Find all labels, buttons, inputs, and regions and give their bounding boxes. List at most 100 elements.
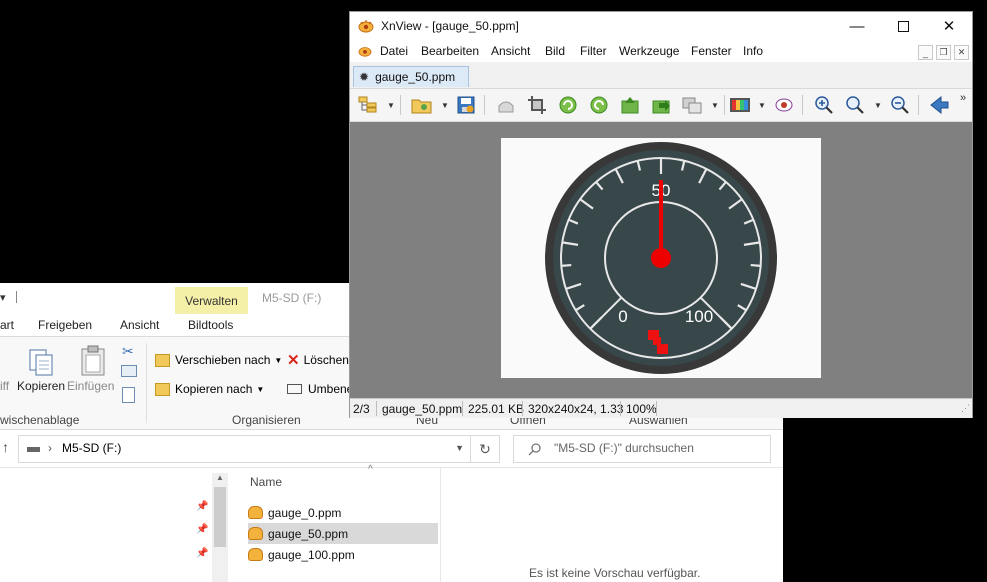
address-dropdown-icon[interactable]: ▼ (455, 443, 464, 453)
loeschen-button[interactable]: ✕ Löschen (287, 351, 349, 369)
menu-fenster[interactable]: Fenster (691, 44, 732, 58)
arrow-left-icon (930, 96, 949, 114)
upload-button[interactable] (618, 94, 642, 116)
chevron-down-icon: ▼ (256, 384, 265, 394)
column-header-name[interactable]: Name (250, 475, 282, 489)
close-button[interactable]: ✕ (926, 12, 972, 40)
nav-pane-scrollbar[interactable]: ▲ (212, 473, 228, 582)
menu-datei[interactable]: Datei (380, 44, 408, 58)
zoom-100-button[interactable] (843, 94, 867, 116)
status-index: 2/3 (353, 402, 370, 416)
search-input[interactable]: "M5-SD (F:)" durchsuchen (513, 435, 771, 463)
previous-image-button[interactable] (927, 94, 951, 116)
explorer-body: ▲ 📌 📌 📌 ^ Name gauge_0.ppm gauge_50.ppm … (0, 464, 783, 582)
toolbar-overflow-icon[interactable]: » (960, 92, 966, 104)
pin-icon: 📌 (196, 501, 209, 512)
color-adjust-button[interactable] (728, 94, 752, 116)
cut-icon[interactable]: ✂ (122, 343, 134, 360)
zoom-out-button[interactable] (888, 94, 912, 116)
copy-path-icon[interactable] (121, 365, 137, 377)
einfuegen-button[interactable]: Einfügen (67, 343, 119, 398)
kopieren-button[interactable]: Kopieren (17, 343, 65, 398)
document-tabs: ✹ gauge_50.ppm (350, 63, 972, 89)
tab-verwalten[interactable]: Verwalten (175, 287, 248, 314)
toolbar-separator (802, 95, 803, 115)
undo-button[interactable] (494, 94, 518, 116)
transfer-button[interactable] (680, 94, 704, 116)
chevron-down-icon[interactable]: ▼ (711, 101, 719, 110)
toolbar-separator (724, 95, 725, 115)
chevron-down-icon[interactable]: ▼ (874, 101, 882, 110)
copy-folder-icon (155, 382, 170, 396)
minimize-button[interactable]: — (834, 12, 880, 40)
tab-gauge-50[interactable]: ✹ gauge_50.ppm (353, 66, 469, 87)
status-separator (656, 401, 657, 416)
tab-ansicht[interactable]: Ansicht (120, 318, 159, 332)
transfer-icon (682, 97, 702, 114)
scroll-up-icon[interactable]: ▲ (216, 473, 224, 482)
tab-freigeben[interactable]: Freigeben (38, 318, 92, 332)
image-viewport[interactable]: 50 0 100 (350, 122, 972, 398)
pane-splitter[interactable] (440, 468, 441, 582)
status-zoom: 100% (626, 402, 657, 416)
chevron-down-icon[interactable]: ▼ (387, 101, 395, 110)
redeye-button[interactable] (772, 94, 796, 116)
file-row-selected[interactable]: gauge_50.ppm (248, 523, 438, 544)
toolbar-separator (918, 95, 919, 115)
menu-bild[interactable]: Bild (545, 44, 565, 58)
quick-access-dropdown-icon[interactable]: ▾ (0, 291, 6, 304)
open-folder-icon (411, 99, 432, 114)
file-row[interactable]: gauge_0.ppm (248, 502, 438, 523)
rotate-right-icon (590, 96, 608, 114)
mdi-restore-button[interactable]: ❐ (936, 45, 951, 60)
gauge-tick (750, 263, 761, 267)
verschieben-nach-button[interactable]: Verschieben nach ▼ (155, 351, 282, 369)
file-name: gauge_0.ppm (268, 505, 342, 520)
address-bar[interactable]: › M5-SD (F:) ▼ (18, 435, 471, 463)
up-arrow-icon[interactable]: ↑ (2, 439, 9, 455)
address-bar-row: ↑ › M5-SD (F:) ▼ ↻ "M5-SD (F:)" durchsuc… (0, 433, 783, 468)
kopieren-nach-button[interactable]: Kopieren nach ▼ (155, 380, 264, 398)
file-row[interactable]: gauge_100.ppm (248, 544, 438, 565)
maximize-button[interactable] (880, 12, 926, 40)
chevron-down-icon[interactable]: ▼ (758, 101, 766, 110)
gauge-svg: 50 0 100 (545, 142, 777, 374)
close-icon: ✕ (942, 18, 956, 35)
toolbar-separator (400, 95, 401, 115)
breadcrumb-drive[interactable]: M5-SD (F:) (62, 441, 121, 455)
browser-button[interactable] (356, 94, 380, 116)
copy-path-label[interactable]: iff (0, 379, 9, 393)
zoom-in-button[interactable] (812, 94, 836, 116)
rotate-right-button[interactable] (587, 94, 611, 116)
loeschen-label: Löschen (303, 353, 349, 367)
rotate-left-icon (559, 96, 577, 114)
tab-start[interactable]: art (0, 318, 14, 332)
menu-bearbeiten[interactable]: Bearbeiten (421, 44, 479, 58)
tab-bildtools[interactable]: Bildtools (188, 318, 233, 332)
export-button[interactable] (649, 94, 673, 116)
eye-icon (775, 98, 793, 112)
menu-filter[interactable]: Filter (580, 44, 607, 58)
status-separator (462, 401, 463, 416)
maximize-icon (897, 20, 909, 32)
scrollbar-thumb[interactable] (214, 487, 226, 547)
toolbar-separator (484, 95, 485, 115)
xnview-menu-icon[interactable] (358, 45, 372, 57)
save-button[interactable] (454, 94, 478, 116)
group-separator (146, 343, 147, 423)
menu-werkzeuge[interactable]: Werkzeuge (619, 44, 679, 58)
paste-shortcut-icon[interactable] (122, 387, 135, 403)
resize-grip-icon[interactable]: ⋰ (961, 403, 970, 414)
mdi-minimize-button[interactable]: _ (918, 45, 933, 60)
menu-info[interactable]: Info (743, 44, 763, 58)
refresh-button[interactable]: ↻ (470, 435, 500, 463)
menu-ansicht[interactable]: Ansicht (491, 44, 530, 58)
umbenennen-button[interactable]: Umbene (287, 380, 353, 398)
chevron-down-icon[interactable]: ▼ (441, 101, 449, 110)
gauge-tick (561, 263, 572, 267)
sort-ascending-icon: ^ (368, 464, 373, 475)
mdi-close-button[interactable]: ✕ (954, 45, 969, 60)
open-folder-button[interactable] (410, 94, 434, 116)
crop-button[interactable] (525, 94, 549, 116)
rotate-left-button[interactable] (556, 94, 580, 116)
